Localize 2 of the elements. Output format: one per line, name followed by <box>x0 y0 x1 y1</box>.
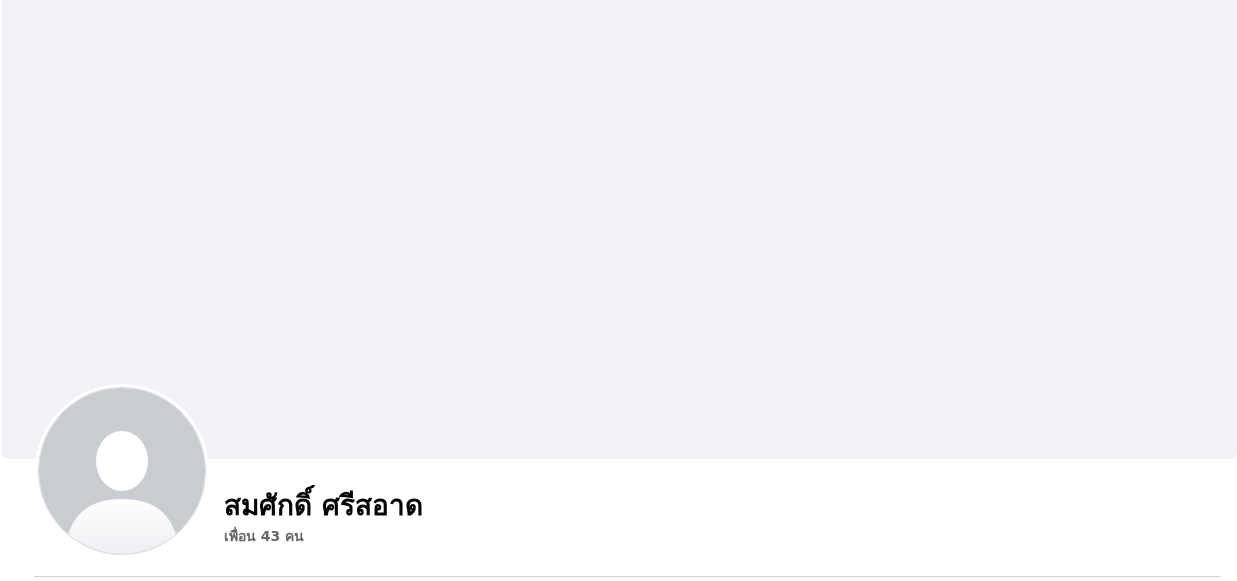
friend-count: เพื่อน 43 คน <box>224 526 306 546</box>
profile-name: สมศักดิ์ ศรีสอาด <box>224 486 423 526</box>
